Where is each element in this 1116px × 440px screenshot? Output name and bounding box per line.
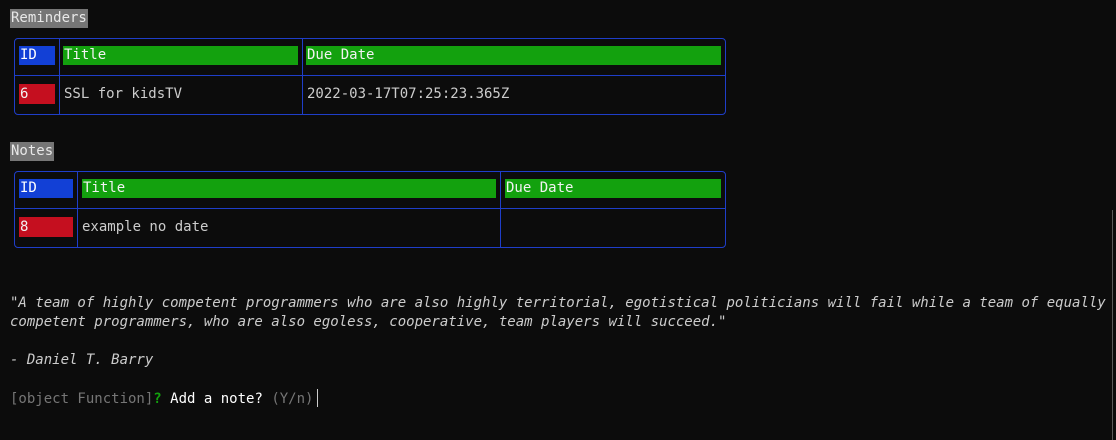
column-header-due-date: Due Date xyxy=(505,179,721,198)
column-header-id: ID xyxy=(19,46,55,65)
quote-text: "A team of highly competent programmers … xyxy=(10,295,1106,330)
reminders-label: Reminders xyxy=(10,9,88,28)
column-header-due-date: Due Date xyxy=(306,46,721,65)
prompt-prefix: [object Function] xyxy=(10,391,154,407)
column-divider xyxy=(302,39,303,114)
table-row-divider xyxy=(15,208,725,209)
column-header-title: Title xyxy=(63,46,298,65)
question-mark-icon: ? xyxy=(153,391,162,407)
text-cursor[interactable] xyxy=(317,389,319,407)
column-divider xyxy=(59,39,60,114)
quote-author: - Daniel T. Barry xyxy=(10,352,154,368)
column-divider xyxy=(500,172,501,247)
reminder-title-cell: SSL for kidsTV xyxy=(64,86,183,102)
column-header-id: ID xyxy=(19,179,73,198)
note-id-cell: 8 xyxy=(19,217,73,237)
reminder-due-date-cell: 2022-03-17T07:25:23.365Z xyxy=(307,86,510,102)
prompt-question: Add a note? xyxy=(170,391,263,407)
notes-table: ID Title Due Date 8 example no date xyxy=(14,171,726,248)
notes-label: Notes xyxy=(10,142,55,161)
scrollbar[interactable] xyxy=(1112,210,1113,440)
column-divider xyxy=(77,172,78,247)
table-row-divider xyxy=(15,75,725,76)
confirm-prompt[interactable]: [object Function]? Add a note? (Y/n) xyxy=(10,389,319,409)
note-title-cell: example no date xyxy=(82,219,209,235)
reminder-id-cell: 6 xyxy=(19,84,55,104)
prompt-hint: (Y/n) xyxy=(271,391,314,407)
column-header-title: Title xyxy=(82,179,496,198)
reminders-table: ID Title Due Date 6 SSL for kidsTV 2022-… xyxy=(14,38,726,115)
